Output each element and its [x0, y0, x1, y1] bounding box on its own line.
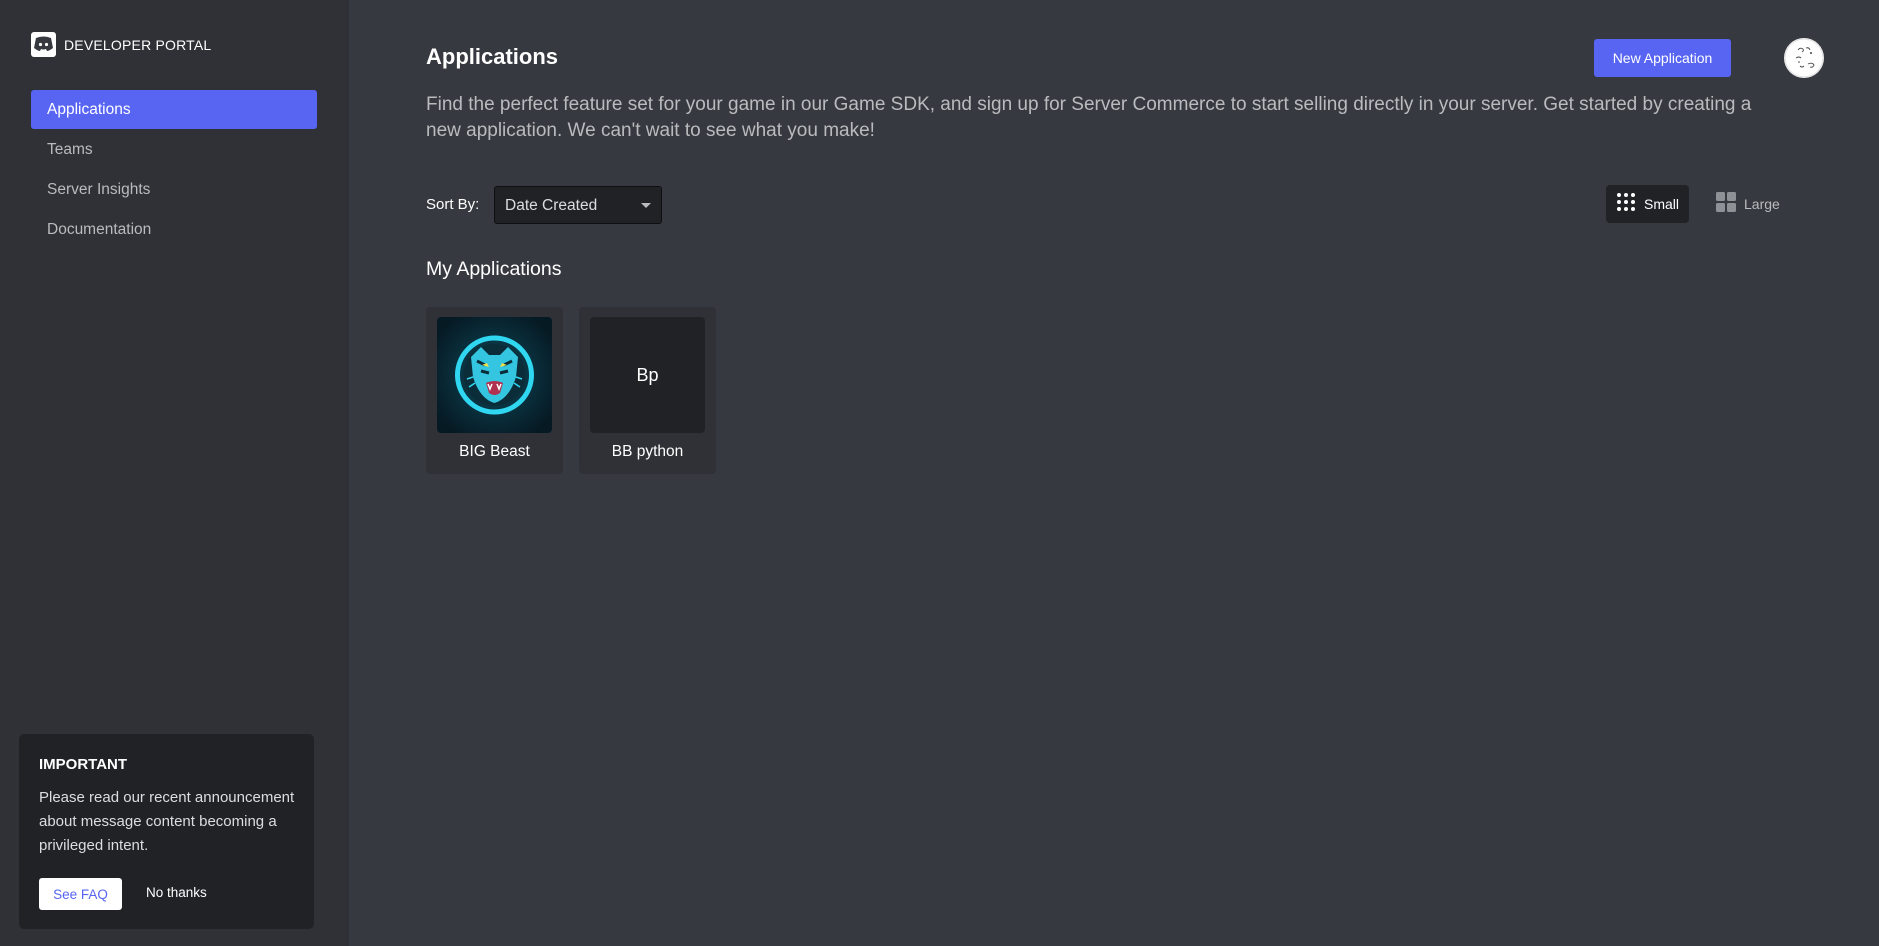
avatar[interactable]	[1784, 38, 1824, 78]
large-grid-icon	[1716, 191, 1736, 217]
size-large-toggle[interactable]: Large	[1706, 185, 1786, 223]
avatar-sketch-icon	[1784, 38, 1824, 78]
size-small-label: Small	[1644, 196, 1680, 212]
sort-select-value: Date Created	[505, 197, 598, 214]
app-name: BIG Beast	[459, 443, 530, 460]
app-initials: Bp	[636, 364, 659, 385]
notice-title: IMPORTANT	[39, 756, 128, 773]
discord-logo-icon	[31, 32, 56, 57]
sort-select[interactable]: Date Created	[494, 186, 662, 224]
app-name: BB python	[611, 443, 684, 460]
notice-body: Please read our recent announcement abou…	[39, 789, 295, 854]
app-card-big-beast[interactable]: BIG Beast	[426, 307, 563, 474]
brand[interactable]: DEVELOPER PORTAL	[31, 32, 211, 57]
chevron-down-icon	[641, 203, 651, 208]
app-initials-avatar: Bp	[590, 317, 705, 433]
size-large-label: Large	[1744, 196, 1780, 212]
sidebar-item-server-insights[interactable]: Server Insights	[31, 170, 317, 209]
app-card-bb-python[interactable]: Bp BB python	[579, 307, 716, 474]
sidebar-item-teams[interactable]: Teams	[31, 130, 317, 169]
new-application-button[interactable]: New Application	[1594, 39, 1731, 77]
sidebar-nav: Applications Teams Server Insights Docum…	[31, 90, 317, 250]
important-notice: IMPORTANT Please read our recent announc…	[19, 734, 314, 929]
size-small-toggle[interactable]: Small	[1606, 185, 1689, 223]
no-thanks-button[interactable]: No thanks	[146, 885, 207, 900]
my-applications-heading: My Applications	[426, 258, 562, 280]
page-title: Applications	[426, 44, 559, 69]
sidebar: DEVELOPER PORTAL Applications Teams Serv…	[0, 0, 349, 946]
sort-label: Sort By:	[426, 196, 480, 213]
tiger-icon	[437, 317, 552, 433]
sidebar-item-documentation[interactable]: Documentation	[31, 210, 317, 249]
sidebar-item-applications[interactable]: Applications	[31, 90, 317, 129]
see-faq-button[interactable]: See FAQ	[39, 878, 122, 910]
small-grid-icon	[1616, 192, 1636, 217]
brand-title: DEVELOPER PORTAL	[64, 36, 212, 53]
page-description: Find the perfect feature set for your ga…	[426, 94, 1752, 141]
